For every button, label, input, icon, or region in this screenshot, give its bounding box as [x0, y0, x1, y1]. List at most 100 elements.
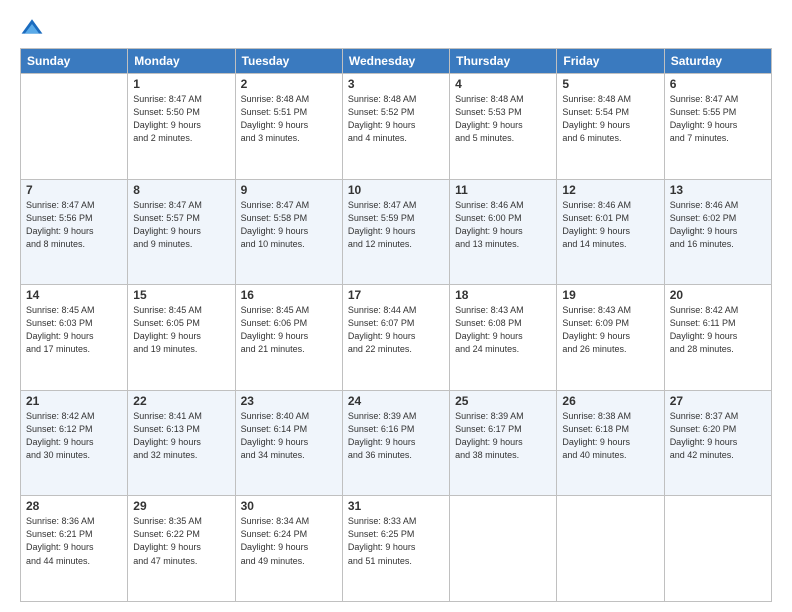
calendar-cell: 14 Sunrise: 8:45 AM Sunset: 6:03 PM Dayli…	[21, 285, 128, 391]
calendar-cell: 2 Sunrise: 8:48 AM Sunset: 5:51 PM Daylig…	[235, 74, 342, 180]
day-info: Sunrise: 8:47 AM Sunset: 5:50 PM Dayligh…	[133, 93, 229, 145]
day-number: 10	[348, 183, 444, 197]
day-info: Sunrise: 8:48 AM Sunset: 5:54 PM Dayligh…	[562, 93, 658, 145]
day-info: Sunrise: 8:43 AM Sunset: 6:09 PM Dayligh…	[562, 304, 658, 356]
day-number: 7	[26, 183, 122, 197]
weekday-header: Tuesday	[235, 49, 342, 74]
day-info: Sunrise: 8:39 AM Sunset: 6:17 PM Dayligh…	[455, 410, 551, 462]
day-number: 11	[455, 183, 551, 197]
day-number: 1	[133, 77, 229, 91]
calendar-cell: 13 Sunrise: 8:46 AM Sunset: 6:02 PM Dayli…	[664, 179, 771, 285]
page: SundayMondayTuesdayWednesdayThursdayFrid…	[0, 0, 792, 612]
day-number: 19	[562, 288, 658, 302]
calendar-cell: 12 Sunrise: 8:46 AM Sunset: 6:01 PM Dayli…	[557, 179, 664, 285]
day-info: Sunrise: 8:33 AM Sunset: 6:25 PM Dayligh…	[348, 515, 444, 567]
day-number: 29	[133, 499, 229, 513]
day-number: 21	[26, 394, 122, 408]
weekday-header: Thursday	[450, 49, 557, 74]
day-number: 6	[670, 77, 766, 91]
calendar-cell: 4 Sunrise: 8:48 AM Sunset: 5:53 PM Daylig…	[450, 74, 557, 180]
calendar-week-row: 7 Sunrise: 8:47 AM Sunset: 5:56 PM Daylig…	[21, 179, 772, 285]
calendar-cell: 27Sunrise: 8:37 AM Sunset: 6:20 PM Dayli…	[664, 390, 771, 496]
day-number: 4	[455, 77, 551, 91]
calendar-cell: 26 Sunrise: 8:38 AM Sunset: 6:18 PM Dayli…	[557, 390, 664, 496]
calendar-cell: 16 Sunrise: 8:45 AM Sunset: 6:06 PM Dayli…	[235, 285, 342, 391]
calendar-cell: 21 Sunrise: 8:42 AM Sunset: 6:12 PM Dayli…	[21, 390, 128, 496]
calendar-cell: 15 Sunrise: 8:45 AM Sunset: 6:05 PM Dayli…	[128, 285, 235, 391]
day-number: 13	[670, 183, 766, 197]
day-info: Sunrise: 8:48 AM Sunset: 5:52 PM Dayligh…	[348, 93, 444, 145]
day-number: 2	[241, 77, 337, 91]
day-number: 20	[670, 288, 766, 302]
day-number: 18	[455, 288, 551, 302]
day-number: 26	[562, 394, 658, 408]
day-info: Sunrise: 8:42 AM Sunset: 6:11 PM Dayligh…	[670, 304, 766, 356]
day-info: Sunrise: 8:39 AM Sunset: 6:16 PM Dayligh…	[348, 410, 444, 462]
day-info: Sunrise: 8:48 AM Sunset: 5:53 PM Dayligh…	[455, 93, 551, 145]
day-number: 17	[348, 288, 444, 302]
calendar-cell: 17Sunrise: 8:44 AM Sunset: 6:07 PM Dayli…	[342, 285, 449, 391]
day-info: Sunrise: 8:38 AM Sunset: 6:18 PM Dayligh…	[562, 410, 658, 462]
calendar-cell: 20 Sunrise: 8:42 AM Sunset: 6:11 PM Dayli…	[664, 285, 771, 391]
calendar-cell: 19 Sunrise: 8:43 AM Sunset: 6:09 PM Dayli…	[557, 285, 664, 391]
day-info: Sunrise: 8:46 AM Sunset: 6:01 PM Dayligh…	[562, 199, 658, 251]
weekday-header: Monday	[128, 49, 235, 74]
day-info: Sunrise: 8:46 AM Sunset: 6:00 PM Dayligh…	[455, 199, 551, 251]
day-info: Sunrise: 8:46 AM Sunset: 6:02 PM Dayligh…	[670, 199, 766, 251]
day-info: Sunrise: 8:35 AM Sunset: 6:22 PM Dayligh…	[133, 515, 229, 567]
day-number: 14	[26, 288, 122, 302]
day-number: 16	[241, 288, 337, 302]
day-number: 15	[133, 288, 229, 302]
calendar-cell: 31 Sunrise: 8:33 AM Sunset: 6:25 PM Dayli…	[342, 496, 449, 602]
day-number: 12	[562, 183, 658, 197]
calendar-cell: 6 Sunrise: 8:47 AM Sunset: 5:55 PM Daylig…	[664, 74, 771, 180]
day-number: 5	[562, 77, 658, 91]
header	[20, 16, 772, 40]
day-info: Sunrise: 8:45 AM Sunset: 6:06 PM Dayligh…	[241, 304, 337, 356]
day-info: Sunrise: 8:45 AM Sunset: 6:05 PM Dayligh…	[133, 304, 229, 356]
calendar-week-row: 21 Sunrise: 8:42 AM Sunset: 6:12 PM Dayli…	[21, 390, 772, 496]
calendar-cell: 23 Sunrise: 8:40 AM Sunset: 6:14 PM Dayli…	[235, 390, 342, 496]
calendar-cell	[664, 496, 771, 602]
day-number: 28	[26, 499, 122, 513]
calendar-cell: 9 Sunrise: 8:47 AM Sunset: 5:58 PM Daylig…	[235, 179, 342, 285]
day-info: Sunrise: 8:41 AM Sunset: 6:13 PM Dayligh…	[133, 410, 229, 462]
calendar: SundayMondayTuesdayWednesdayThursdayFrid…	[20, 48, 772, 602]
calendar-cell: 8Sunrise: 8:47 AM Sunset: 5:57 PM Daylig…	[128, 179, 235, 285]
calendar-cell: 18 Sunrise: 8:43 AM Sunset: 6:08 PM Dayli…	[450, 285, 557, 391]
calendar-body: 1 Sunrise: 8:47 AM Sunset: 5:50 PM Daylig…	[21, 74, 772, 602]
day-info: Sunrise: 8:47 AM Sunset: 5:56 PM Dayligh…	[26, 199, 122, 251]
weekday-row: SundayMondayTuesdayWednesdayThursdayFrid…	[21, 49, 772, 74]
day-number: 31	[348, 499, 444, 513]
calendar-week-row: 14 Sunrise: 8:45 AM Sunset: 6:03 PM Dayli…	[21, 285, 772, 391]
day-info: Sunrise: 8:42 AM Sunset: 6:12 PM Dayligh…	[26, 410, 122, 462]
day-info: Sunrise: 8:45 AM Sunset: 6:03 PM Dayligh…	[26, 304, 122, 356]
weekday-header: Wednesday	[342, 49, 449, 74]
weekday-header: Friday	[557, 49, 664, 74]
logo-icon	[20, 16, 44, 40]
calendar-cell: 24Sunrise: 8:39 AM Sunset: 6:16 PM Dayli…	[342, 390, 449, 496]
calendar-cell	[21, 74, 128, 180]
calendar-cell: 29 Sunrise: 8:35 AM Sunset: 6:22 PM Dayli…	[128, 496, 235, 602]
day-number: 23	[241, 394, 337, 408]
calendar-cell	[450, 496, 557, 602]
calendar-week-row: 1 Sunrise: 8:47 AM Sunset: 5:50 PM Daylig…	[21, 74, 772, 180]
day-info: Sunrise: 8:47 AM Sunset: 5:59 PM Dayligh…	[348, 199, 444, 251]
calendar-cell: 25 Sunrise: 8:39 AM Sunset: 6:17 PM Dayli…	[450, 390, 557, 496]
calendar-cell: 10 Sunrise: 8:47 AM Sunset: 5:59 PM Dayli…	[342, 179, 449, 285]
calendar-cell: 5 Sunrise: 8:48 AM Sunset: 5:54 PM Daylig…	[557, 74, 664, 180]
day-number: 25	[455, 394, 551, 408]
day-info: Sunrise: 8:47 AM Sunset: 5:58 PM Dayligh…	[241, 199, 337, 251]
day-info: Sunrise: 8:40 AM Sunset: 6:14 PM Dayligh…	[241, 410, 337, 462]
weekday-header: Sunday	[21, 49, 128, 74]
calendar-cell: 7 Sunrise: 8:47 AM Sunset: 5:56 PM Daylig…	[21, 179, 128, 285]
calendar-cell: 28Sunrise: 8:36 AM Sunset: 6:21 PM Dayli…	[21, 496, 128, 602]
day-number: 8	[133, 183, 229, 197]
logo	[20, 16, 48, 40]
day-info: Sunrise: 8:47 AM Sunset: 5:55 PM Dayligh…	[670, 93, 766, 145]
day-info: Sunrise: 8:48 AM Sunset: 5:51 PM Dayligh…	[241, 93, 337, 145]
day-number: 3	[348, 77, 444, 91]
calendar-cell: 11 Sunrise: 8:46 AM Sunset: 6:00 PM Dayli…	[450, 179, 557, 285]
day-info: Sunrise: 8:43 AM Sunset: 6:08 PM Dayligh…	[455, 304, 551, 356]
day-number: 9	[241, 183, 337, 197]
